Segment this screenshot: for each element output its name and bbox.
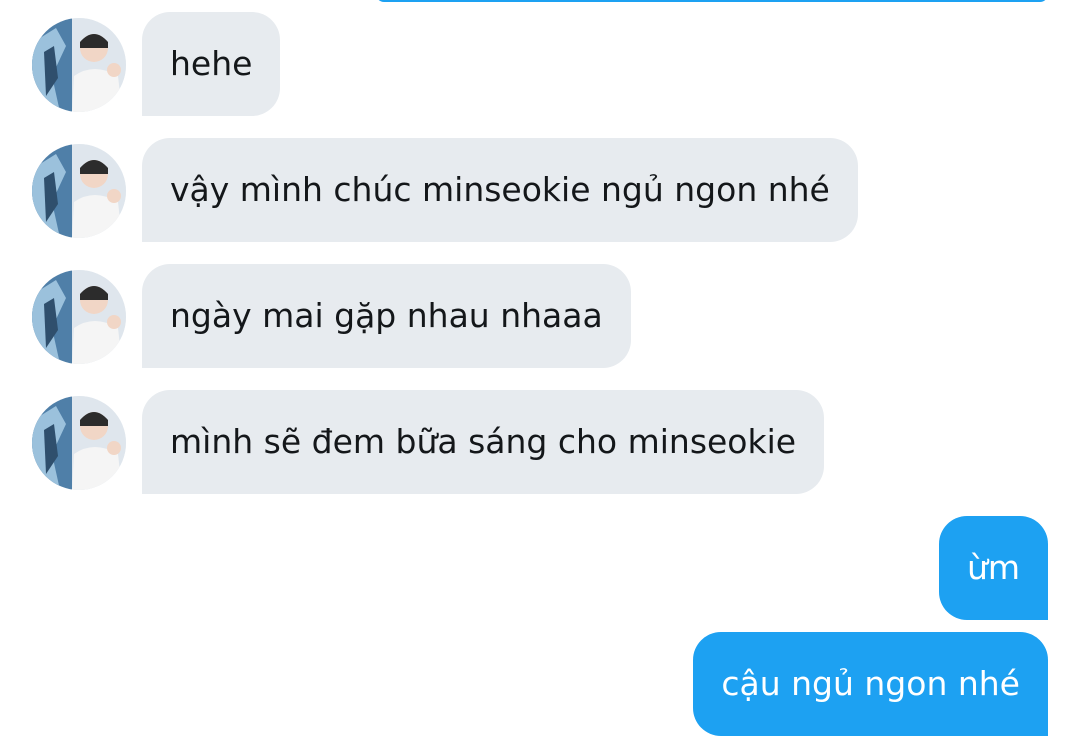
incoming-message-bubble[interactable]: hehe xyxy=(142,12,281,116)
user-avatar-photo-icon xyxy=(32,18,126,112)
sender-avatar[interactable] xyxy=(32,144,126,238)
message-text: cậu ngủ ngon nhé xyxy=(721,664,1020,703)
sender-avatar[interactable] xyxy=(32,18,126,112)
message-text: vậy mình chúc minseokie ngủ ngon nhé xyxy=(170,170,830,209)
chat-thread: hehe vậy mình chúc minseokie ngủ ngon nh… xyxy=(0,0,1080,747)
incoming-message-bubble[interactable]: ngày mai gặp nhau nhaaa xyxy=(142,264,631,368)
outgoing-message-bubble[interactable]: ừm xyxy=(938,516,1048,620)
outgoing-message-bubble[interactable]: cậu ngủ ngon nhé xyxy=(693,632,1048,736)
previous-outgoing-message-bubble[interactable] xyxy=(376,0,1048,2)
incoming-message-bubble[interactable]: mình sẽ đem bữa sáng cho minseokie xyxy=(142,390,825,494)
user-avatar-photo-icon xyxy=(32,270,126,364)
user-avatar-photo-icon xyxy=(32,396,126,490)
message-text: mình sẽ đem bữa sáng cho minseokie xyxy=(170,422,797,461)
sender-avatar[interactable] xyxy=(32,270,126,364)
message-text: ừm xyxy=(966,548,1020,587)
message-text: hehe xyxy=(170,44,253,83)
message-text: ngày mai gặp nhau nhaaa xyxy=(170,296,603,335)
user-avatar-photo-icon xyxy=(32,144,126,238)
incoming-message-bubble[interactable]: vậy mình chúc minseokie ngủ ngon nhé xyxy=(142,138,858,242)
sender-avatar[interactable] xyxy=(32,396,126,490)
